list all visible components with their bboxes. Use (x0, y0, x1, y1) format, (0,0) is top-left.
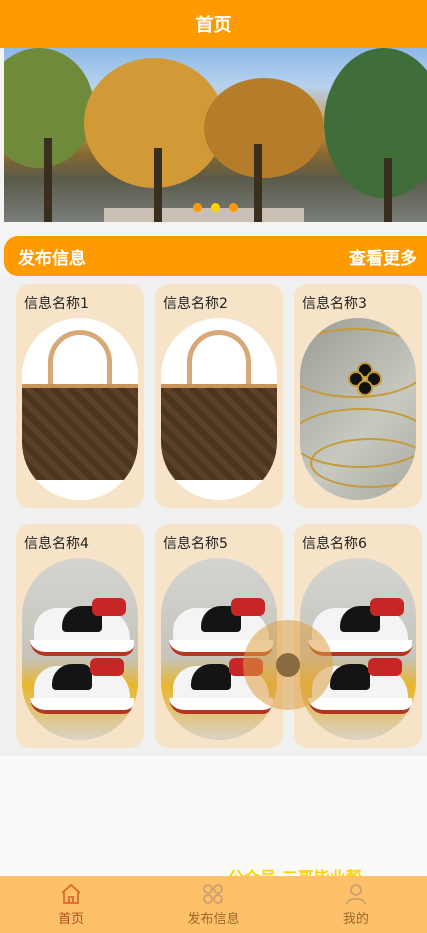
tab-mine[interactable]: 我的 (285, 876, 427, 933)
floating-button[interactable] (243, 620, 333, 710)
list-item[interactable]: 信息名称3 (294, 284, 422, 508)
section-title: 发布信息 (18, 248, 86, 269)
banner-carousel[interactable] (4, 48, 427, 222)
home-icon (61, 883, 81, 904)
item-image[interactable] (161, 318, 277, 500)
list-item[interactable]: 信息名称1 (16, 284, 144, 508)
item-title: 信息名称6 (302, 536, 367, 552)
floating-button-icon (276, 653, 300, 677)
view-more-link[interactable]: 查看更多 (349, 244, 417, 269)
item-title: 信息名称2 (163, 296, 228, 312)
list-item[interactable]: 信息名称2 (155, 284, 283, 508)
item-image[interactable] (300, 318, 416, 500)
page-title-text: 首页 (195, 15, 232, 36)
list-item[interactable]: 信息名称4 (16, 524, 144, 748)
tab-home[interactable]: 首页 (0, 876, 142, 933)
item-title: 信息名称1 (24, 296, 89, 312)
item-title: 信息名称3 (302, 296, 367, 312)
tab-label: 发布信息 (187, 912, 240, 927)
tab-publish[interactable]: 发布信息 (142, 876, 284, 933)
user-icon (345, 884, 366, 905)
grid-icon (203, 884, 224, 904)
item-image[interactable] (22, 318, 138, 500)
item-image[interactable] (22, 558, 138, 740)
tab-label: 我的 (342, 912, 369, 927)
tab-label: 首页 (58, 912, 85, 927)
page-title: 首页 (0, 0, 427, 48)
carousel-dot[interactable] (193, 203, 202, 212)
carousel-dot[interactable] (229, 203, 238, 212)
carousel-dot-active[interactable] (211, 203, 220, 212)
section-header: 发布信息 查看更多 (4, 236, 427, 276)
item-title: 信息名称4 (24, 536, 89, 552)
empty-area (0, 756, 427, 876)
item-title: 信息名称5 (163, 536, 228, 552)
carousel-indicator[interactable] (4, 203, 427, 212)
bottom-tab-bar: 首页 发布信息 我的 (0, 876, 427, 933)
